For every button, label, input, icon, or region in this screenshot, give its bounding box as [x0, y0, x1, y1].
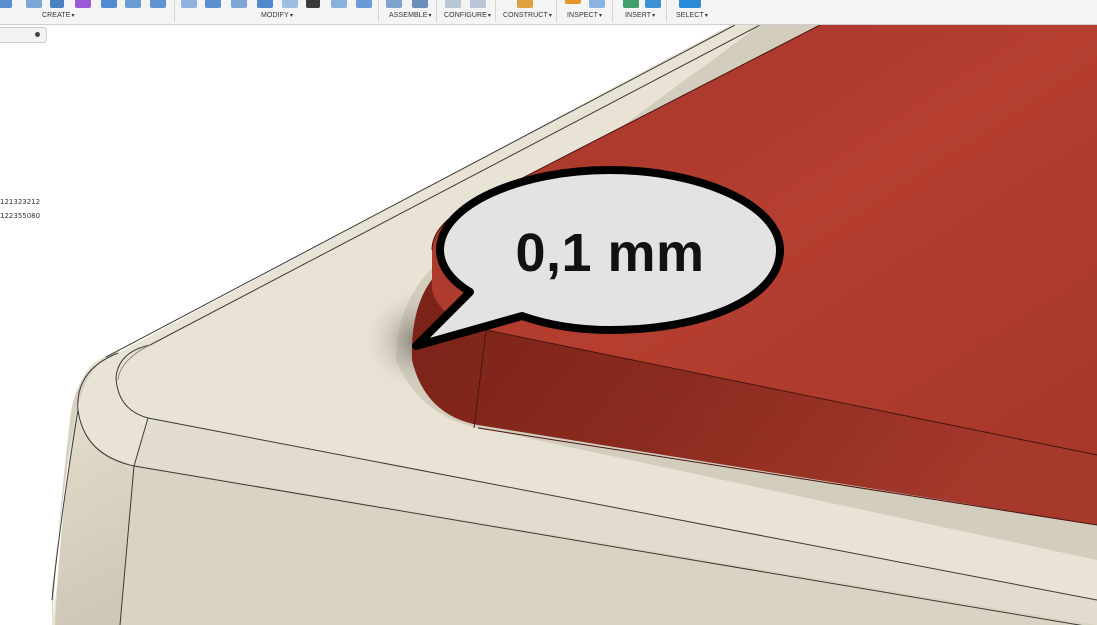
select-menu[interactable]: SELECT▾ [676, 12, 708, 19]
toolbar-divider [174, 0, 175, 22]
viewport-3d[interactable] [0, 25, 1097, 625]
toolbar-divider [436, 0, 437, 22]
create-sketch-icon[interactable] [50, 0, 64, 8]
insert-canvas-icon[interactable] [645, 0, 661, 8]
insert-menu[interactable]: INSERT▾ [625, 12, 655, 19]
callout-text: 0,1 mm [515, 223, 705, 283]
assemble-menu[interactable]: ASSEMBLE▾ [389, 12, 432, 19]
create-revolve-icon[interactable] [101, 0, 117, 8]
inspect-menu[interactable]: INSPECT▾ [567, 12, 602, 19]
toolbar-divider [666, 0, 667, 22]
create-loft-icon[interactable] [125, 0, 141, 8]
configure-menu[interactable]: CONFIGURE▾ [444, 12, 491, 19]
toolbar-divider [378, 0, 379, 22]
align-icon[interactable] [331, 0, 347, 8]
construct-menu[interactable]: CONSTRUCT▾ [503, 12, 552, 19]
press-pull-icon[interactable] [181, 0, 197, 8]
create-shell-icon[interactable] [150, 0, 166, 8]
create-form-icon[interactable] [75, 0, 91, 8]
configure-table-icon[interactable] [470, 0, 486, 8]
toolbar-divider [612, 0, 613, 22]
shell-icon[interactable] [257, 0, 273, 8]
toolbar: CREATE▾ MODIFY▾ ASSEMBLE▾ CONFIGURE▾ CON… [0, 0, 1097, 25]
joint-icon[interactable] [412, 0, 428, 8]
interference-icon[interactable] [589, 0, 605, 8]
browser-panel-tab[interactable] [0, 27, 47, 43]
fillet-icon[interactable] [205, 0, 221, 8]
chamfer-icon[interactable] [231, 0, 247, 8]
create-box-icon[interactable] [0, 0, 12, 8]
parameters-icon[interactable] [445, 0, 461, 8]
offset-plane-icon[interactable] [517, 0, 533, 8]
insert-derive-icon[interactable] [623, 0, 639, 8]
component-id-label: 122355080 [0, 212, 41, 220]
create-menu[interactable]: CREATE▾ [42, 12, 75, 19]
toolbar-divider [495, 0, 496, 22]
select-cursor-icon[interactable] [679, 0, 701, 8]
component-id-label: 121323212 [0, 198, 41, 206]
toolbar-divider [556, 0, 557, 22]
modify-menu[interactable]: MODIFY▾ [261, 12, 293, 19]
new-component-icon[interactable] [386, 0, 402, 8]
create-cylinder-icon[interactable] [26, 0, 42, 8]
pin-icon[interactable] [35, 32, 40, 37]
scale-icon[interactable] [356, 0, 372, 8]
move-icon[interactable] [306, 0, 320, 8]
combine-icon[interactable] [282, 0, 298, 8]
measure-icon[interactable] [565, 0, 581, 4]
